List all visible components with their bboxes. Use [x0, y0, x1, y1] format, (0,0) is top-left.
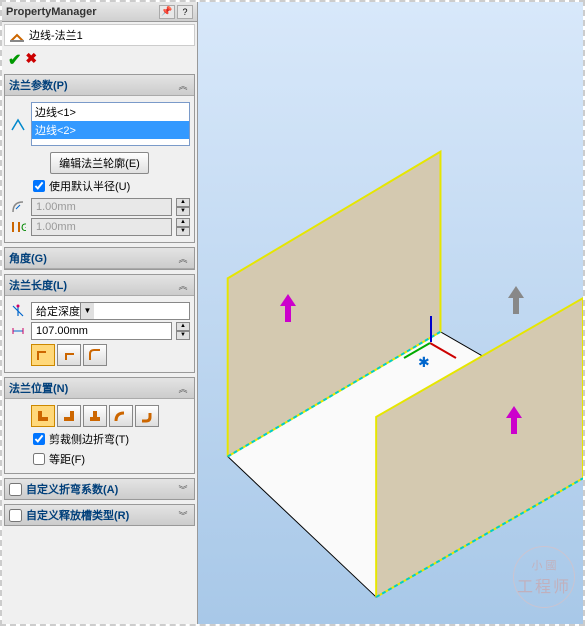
chevron-up-icon: ︽	[176, 278, 190, 292]
dropdown-arrow-icon: ▼	[80, 303, 94, 319]
3d-viewport[interactable]: ✱ 小 國 工程师	[198, 2, 583, 624]
direction-arrow-alt[interactable]	[508, 286, 524, 314]
edge-flange-icon	[9, 27, 25, 43]
spinner: ▲▼	[176, 198, 190, 216]
flange-params-section: 法兰参数(P) ︽ 边线<1> 边线<2> 编辑法兰轮廓(E) 使用默认半径(U…	[4, 74, 195, 243]
custom-bend-allowance-section[interactable]: 自定义折弯系数(A) ︾	[4, 478, 195, 500]
feature-header: 边线-法兰1	[4, 24, 195, 46]
svg-text:G: G	[21, 222, 26, 234]
material-outside-button[interactable]	[57, 405, 81, 427]
chevron-down-icon: ︾	[176, 482, 190, 496]
ok-button[interactable]: ✔	[8, 50, 21, 70]
trim-side-bends-checkbox[interactable]: 剪裁侧边折弯(T)	[9, 429, 190, 449]
length-input[interactable]: 107.00mm	[31, 322, 172, 340]
virtual-sharp-button[interactable]	[109, 405, 133, 427]
gap-input: 1.00mm	[31, 218, 172, 236]
length-section: 法兰长度(L) ︽ 给定深度▼ 107.00mm ▲▼	[4, 274, 195, 373]
inner-virtual-sharp-button[interactable]	[57, 344, 81, 366]
edit-profile-button[interactable]: 编辑法兰轮廓(E)	[50, 152, 149, 174]
tangent-button[interactable]	[135, 405, 159, 427]
panel-title: PropertyManager	[6, 6, 157, 18]
feature-name: 边线-法兰1	[29, 27, 83, 43]
model-geometry	[198, 2, 583, 624]
section-header[interactable]: 法兰位置(N) ︽	[5, 378, 194, 399]
edge-select-icon	[9, 115, 27, 133]
help-button[interactable]: ?	[177, 5, 193, 19]
section-header[interactable]: 角度(G) ︽	[5, 248, 194, 269]
angle-section: 角度(G) ︽	[4, 247, 195, 270]
list-item[interactable]: 边线<1>	[32, 103, 189, 121]
use-default-radius-checkbox[interactable]: 使用默认半径(U)	[9, 176, 190, 196]
chevron-up-icon: ︽	[176, 381, 190, 395]
bend-radius-input: 1.00mm	[31, 198, 172, 216]
spinner[interactable]: ▲▼	[176, 322, 190, 340]
length-reference-toggles	[9, 342, 190, 368]
chevron-up-icon: ︽	[176, 251, 190, 265]
direction-arrow[interactable]	[280, 294, 296, 322]
offset-checkbox[interactable]: 等距(F)	[9, 449, 190, 469]
panel-header: PropertyManager 📌 ?	[2, 2, 197, 22]
chevron-up-icon: ︽	[176, 78, 190, 92]
section-header[interactable]: 法兰参数(P) ︽	[5, 75, 194, 96]
list-item[interactable]: 边线<2>	[32, 121, 189, 139]
property-manager-panel: PropertyManager 📌 ? 边线-法兰1 ✔ ✖ 法兰参数(P) ︽…	[2, 2, 198, 624]
end-condition-icon	[9, 302, 27, 320]
pin-button[interactable]: 📌	[159, 5, 175, 19]
action-bar: ✔ ✖	[2, 48, 197, 72]
bend-outside-button[interactable]	[83, 405, 107, 427]
position-toggles	[9, 403, 190, 429]
section-header[interactable]: 法兰长度(L) ︽	[5, 275, 194, 296]
spinner: ▲▼	[176, 218, 190, 236]
position-section: 法兰位置(N) ︽ 剪裁侧边折弯(T) 等距(F)	[4, 377, 195, 474]
length-icon	[9, 322, 27, 340]
material-inside-button[interactable]	[31, 405, 55, 427]
custom-relief-section[interactable]: 自定义释放槽类型(R) ︾	[4, 504, 195, 526]
cancel-button[interactable]: ✖	[25, 50, 37, 70]
edge-selection-list[interactable]: 边线<1> 边线<2>	[31, 102, 190, 146]
tangent-bend-button[interactable]	[83, 344, 107, 366]
outer-virtual-sharp-button[interactable]	[31, 344, 55, 366]
bend-radius-icon	[9, 198, 27, 216]
length-type-combo[interactable]: 给定深度▼	[31, 302, 190, 320]
gap-icon: G	[9, 218, 27, 236]
chevron-down-icon: ︾	[176, 508, 190, 522]
direction-arrow[interactable]	[506, 406, 522, 434]
watermark: 小 國 工程师	[513, 546, 575, 608]
origin-icon: ✱	[418, 354, 430, 371]
